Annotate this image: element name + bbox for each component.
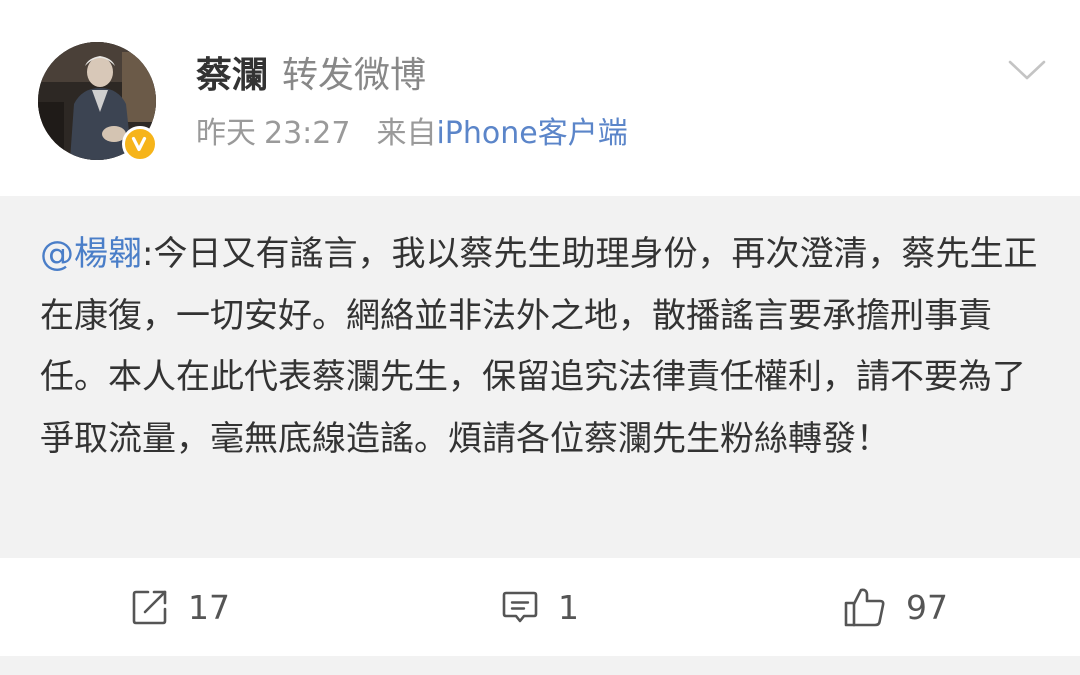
repost-icon (132, 590, 167, 625)
author-name[interactable]: 蔡瀾 (196, 55, 268, 96)
post-action-label: 转发微博 (282, 55, 427, 96)
comment-icon (502, 591, 538, 623)
post-time: 23:27 (264, 116, 351, 151)
name-line: 蔡瀾 转发微博 (196, 50, 426, 102)
comment-count: 1 (558, 587, 579, 627)
repost-text-block: @楊翱:今日又有謠言，我以蔡先生助理身份，再次澄清，蔡先生正在康復，一切安好。網… (40, 224, 1040, 470)
reposted-content[interactable]: @楊翱:今日又有謠言，我以蔡先生助理身份，再次澄清，蔡先生正在康復，一切安好。網… (0, 196, 1080, 558)
like-button[interactable]: 97 (842, 582, 948, 632)
action-bar: 17 1 97 (0, 558, 1080, 656)
like-count: 97 (906, 587, 948, 627)
comment-button[interactable]: 1 (500, 582, 579, 632)
thumbs-up-icon (844, 588, 885, 627)
mention-separator: : (142, 234, 154, 274)
source-prefix: 来自 (376, 116, 437, 151)
post-source[interactable]: iPhone客户端 (436, 116, 627, 151)
feed-separator (0, 656, 1080, 675)
post-day: 昨天 (196, 116, 256, 151)
repost-count: 17 (188, 587, 230, 627)
repost-button[interactable]: 17 (130, 582, 230, 632)
mention-link[interactable]: @楊翱 (40, 234, 142, 274)
repost-body: 今日又有謠言，我以蔡先生助理身份，再次澄清，蔡先生正在康復，一切安好。網絡並非法… (40, 234, 1038, 459)
post-meta: 昨天 23:27 来自iPhone客户端 (196, 112, 628, 156)
chevron-down-icon[interactable] (1006, 56, 1048, 84)
verified-v-icon (122, 126, 158, 162)
post-header: 蔡瀾 转发微博 昨天 23:27 来自iPhone客户端 (0, 0, 1080, 196)
